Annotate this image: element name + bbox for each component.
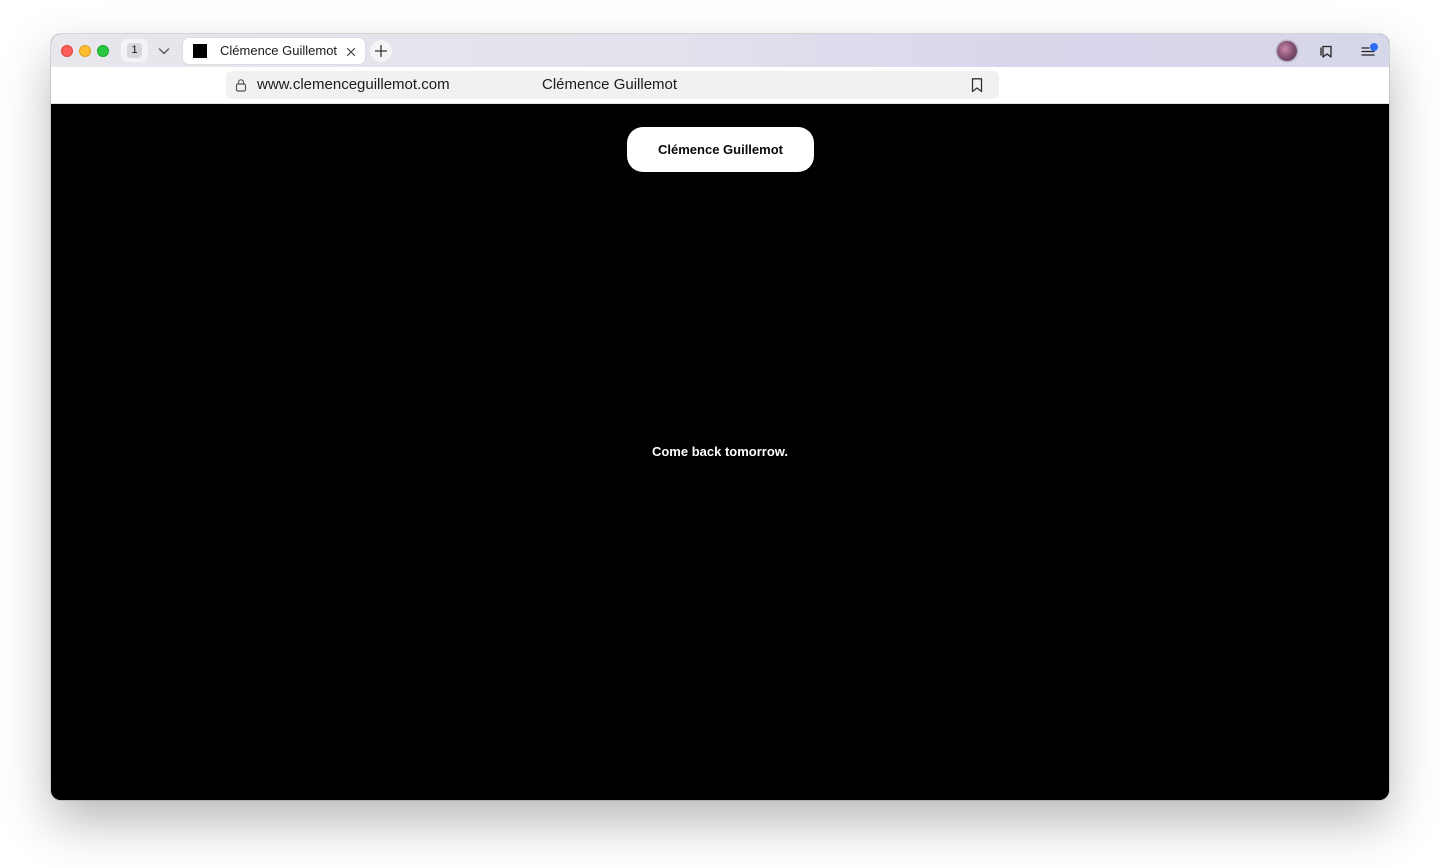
page-content: Clémence Guillemot Come back tomorrow. — [51, 104, 1389, 800]
address-row: www.clemenceguillemot.com Clémence Guill… — [51, 67, 1389, 104]
page-message: Come back tomorrow. — [651, 444, 789, 459]
window-minimize-button[interactable] — [79, 45, 91, 57]
profile-avatar[interactable] — [1277, 41, 1297, 61]
chevron-down-icon — [158, 48, 170, 55]
tab-count-button[interactable]: 1 — [121, 39, 148, 62]
new-tab-button[interactable] — [370, 40, 392, 62]
tab-list-dropdown-button[interactable] — [151, 42, 177, 60]
notification-dot — [1370, 43, 1378, 51]
tab-overview-button[interactable] — [1318, 42, 1336, 60]
url-text: www.clemenceguillemot.com — [257, 76, 450, 93]
tab-count-label: 1 — [127, 43, 142, 58]
window-close-button[interactable] — [61, 45, 73, 57]
window-maximize-button[interactable] — [97, 45, 109, 57]
bookmark-button[interactable] — [969, 77, 985, 93]
browser-window: 1 Clémence Guillemot www.clemenceguillem… — [51, 34, 1389, 800]
site-favicon — [193, 44, 207, 58]
tab-close-button[interactable] — [345, 45, 357, 57]
tab-active[interactable]: Clémence Guillemot — [183, 38, 365, 64]
tab-title: Clémence Guillemot — [220, 43, 338, 58]
address-bar[interactable]: www.clemenceguillemot.com Clémence Guill… — [226, 71, 999, 99]
bookmark-icon — [971, 78, 983, 93]
plus-icon — [374, 44, 388, 58]
site-name-button[interactable]: Clémence Guillemot — [627, 127, 814, 172]
title-bar: 1 Clémence Guillemot — [51, 34, 1389, 67]
close-icon — [346, 47, 356, 57]
lock-icon — [235, 79, 247, 92]
address-page-title: Clémence Guillemot — [542, 76, 678, 93]
tab-overview-icon — [1320, 45, 1332, 58]
